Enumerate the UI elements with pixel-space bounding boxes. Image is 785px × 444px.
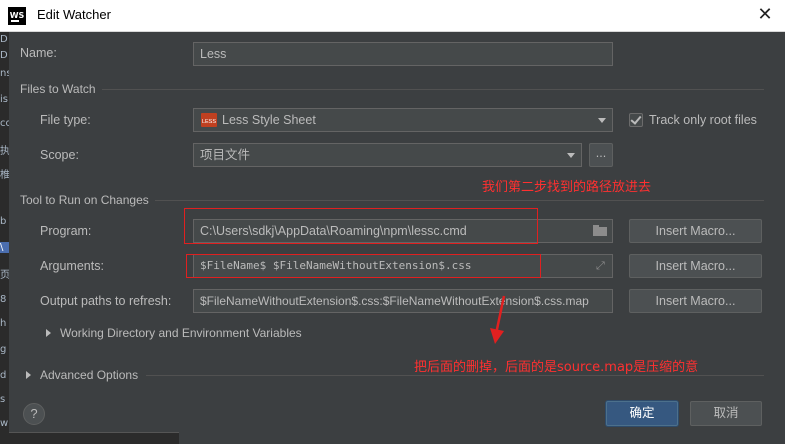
less-file-icon: LESS [201,113,217,127]
files-to-watch-section: Files to Watch [20,82,96,96]
expand-arrow-icon[interactable] [46,329,51,337]
underlay-glyph: b [0,216,7,227]
arguments-highlight-box [186,254,541,278]
less-file-icon-text: LESS [201,119,217,125]
tool-to-run-section: Tool to Run on Changes [20,193,149,207]
name-label: Name: [20,46,57,60]
underlay-glyph: D [0,50,8,61]
close-icon[interactable]: ✕ [754,4,776,26]
webstorm-app-icon: WS [8,7,26,25]
insert-macro-button[interactable]: Insert Macro... [629,219,762,243]
title-bar: WS Edit Watcher ✕ [0,0,785,32]
underlay-glyph: D [0,34,8,45]
track-root-checkbox[interactable] [629,113,643,127]
working-directory-toggle[interactable]: Working Directory and Environment Variab… [60,326,302,340]
chevron-down-icon [598,118,606,123]
track-root-label: Track only root files [649,113,757,127]
underlay-glyph: w [0,418,9,429]
ok-button[interactable]: 确定 [606,401,678,426]
file-type-label: File type: [40,113,91,127]
insert-macro-button[interactable]: Insert Macro... [629,289,762,313]
output-paths-field[interactable]: $FileNameWithoutExtension$.css:$FileName… [193,289,613,313]
underlay-glyph: 8 [0,294,7,305]
scope-more-button[interactable]: ... [589,143,613,167]
advanced-options-toggle[interactable]: Advanced Options [40,368,138,382]
name-field[interactable]: Less [193,42,613,66]
cancel-button[interactable]: 取消 [690,401,762,426]
section-divider [102,89,764,90]
arguments-label: Arguments: [40,259,104,273]
help-button[interactable]: ? [23,403,45,425]
underlay-glyph: h [0,318,7,329]
underlay-glyph: 椎 [0,170,9,181]
underlay-glyph: ns [0,68,9,79]
underlay-glyph: co [0,118,9,129]
program-annotation: 我们第二步找到的路径放进去 [482,180,652,195]
scope-dropdown[interactable]: 项目文件 [193,143,582,167]
output-paths-value: $FileNameWithoutExtension$.css:$FileName… [200,294,589,308]
underlay-glyph: is [0,94,8,105]
program-highlight-box [184,208,538,244]
scope-label: Scope: [40,148,79,162]
dialog-title: Edit Watcher [37,7,111,22]
section-divider [155,200,764,201]
expand-icon[interactable]: ⤢ [596,260,607,271]
underlay-glyph: s [0,394,6,405]
underlay-glyph: d [0,370,7,381]
file-type-dropdown[interactable]: LESS Less Style Sheet [193,108,613,132]
underlay-glyph: \ [0,242,9,253]
underlay-glyph: 页 [0,270,9,281]
underlay-glyph: 执 [0,146,9,157]
folder-icon[interactable] [593,225,607,236]
output-paths-label: Output paths to refresh: [40,294,172,308]
expand-arrow-icon[interactable] [26,371,31,379]
chevron-down-icon [567,153,575,158]
program-label: Program: [40,224,92,238]
ide-underlay-sliver: D D ns is co 执 椎 b \ 页 8 h g d s w [0,32,9,444]
insert-macro-button[interactable]: Insert Macro... [629,254,762,278]
ide-underlay-bottom [9,432,179,444]
output-annotation: 把后面的删掉，后面的是source.map是压缩的意 [414,360,699,375]
underlay-glyph: g [0,344,7,355]
red-arrow-icon [490,295,506,344]
scope-value: 项目文件 [200,148,251,162]
file-type-value: Less Style Sheet [222,113,316,127]
section-divider [146,375,764,376]
